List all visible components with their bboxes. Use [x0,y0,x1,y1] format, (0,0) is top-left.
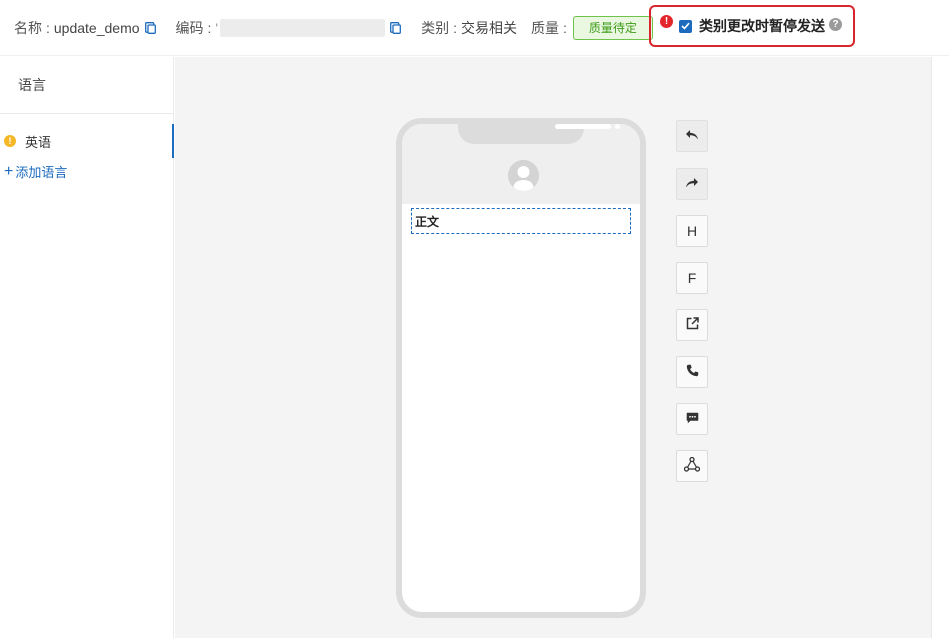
quality-label: 质量 [531,19,559,36]
help-icon[interactable]: ? [829,17,842,31]
quality-field: 质量 : 质量待定 [531,15,653,40]
language-label: 英语 [25,134,52,150]
avatar-icon [508,160,539,191]
header-icon: H [686,223,698,239]
pause-on-category-change-highlight: ! 类别更改时暂停发送 ? [649,5,855,47]
copy-code-icon[interactable] [390,21,402,34]
language-sidebar: 语言 ! 英语 + 添加语言 [0,57,174,638]
name-label: 名称 [14,19,42,36]
pause-sending-checkbox[interactable] [679,19,692,33]
add-share-button[interactable] [676,450,708,482]
sidebar-title: 语言 [0,57,173,114]
add-header-button[interactable]: H [676,215,708,247]
camera-icon [615,124,620,129]
add-link-button[interactable] [676,309,708,341]
code-label: 编码 [175,19,204,36]
plus-icon: + [4,162,14,180]
add-phone-button[interactable] [676,356,708,388]
phone-preview: 正文 [396,118,646,618]
add-language-label: 添加语言 [15,165,68,180]
add-language-button[interactable]: + 添加语言 [0,162,173,181]
undo-button[interactable] [676,120,708,152]
code-field: 编码 : ' [176,18,402,38]
right-panel-edge [931,57,949,638]
phone-notch [458,124,620,144]
add-footer-button[interactable]: F [676,262,708,294]
redo-icon [685,176,699,192]
warning-icon: ! [4,135,16,147]
redo-button[interactable] [676,168,708,200]
category-label: 类别 [421,19,450,36]
sidebar-item-language[interactable]: ! 英语 [0,124,174,158]
code-colon: : [207,19,212,36]
footer-icon: F [687,270,697,286]
share-icon [683,456,701,475]
copy-name-icon[interactable] [144,21,156,34]
speaker-icon [555,124,611,129]
name-value: update_demo [53,19,140,36]
undo-icon [685,128,699,144]
alert-icon: ! [660,14,673,28]
add-message-button[interactable] [676,403,708,435]
message-icon [686,411,699,427]
message-body-block[interactable]: 正文 [411,208,631,234]
name-colon: : [46,19,50,36]
code-value-masked [220,18,386,37]
pause-sending-label[interactable]: 类别更改时暂停发送 [699,16,825,36]
quality-status-badge: 质量待定 [572,15,653,40]
category-colon: : [453,19,457,36]
category-field: 类别 : 交易相关 [421,18,517,38]
quality-colon: : [563,19,567,36]
external-link-icon [686,317,699,333]
code-value-prefix: ' [215,19,219,36]
category-value: 交易相关 [461,19,517,36]
phone-icon [686,364,699,380]
name-field: 名称 : update_demo [14,18,156,38]
